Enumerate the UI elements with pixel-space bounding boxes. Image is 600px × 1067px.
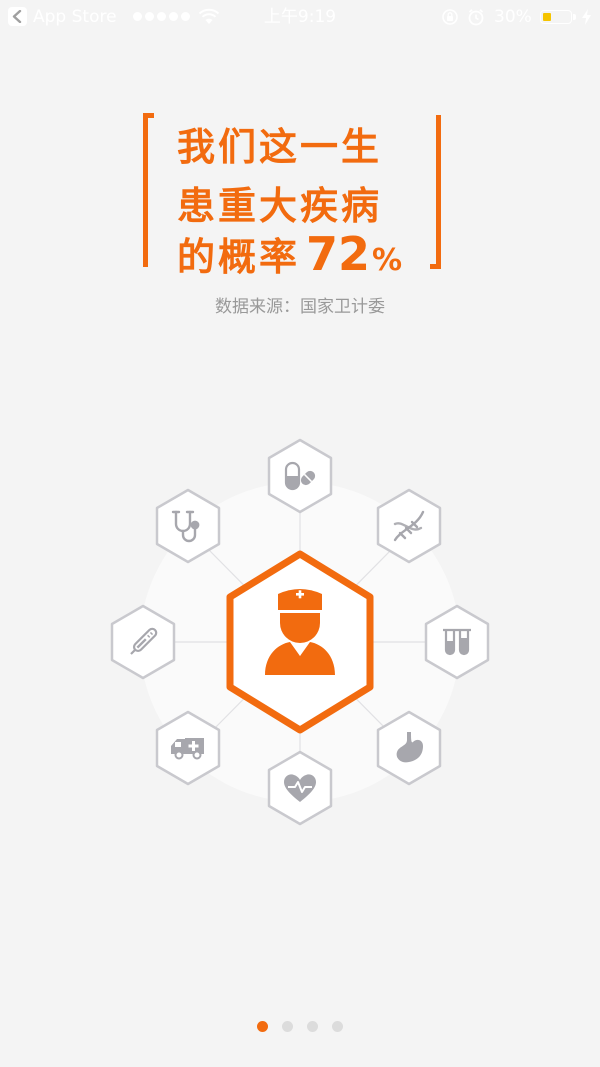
left-bracket <box>143 113 154 267</box>
battery-icon <box>540 10 572 24</box>
rotation-lock-icon <box>442 9 458 25</box>
headline-line-1: 我们这一生 <box>177 125 383 169</box>
headline-line-2: 患重大疾病 <box>177 184 383 228</box>
page-dot-3[interactable] <box>307 1021 318 1032</box>
headline-line-3-prefix: 的概率 <box>177 235 301 279</box>
page-dot-4[interactable] <box>332 1021 343 1032</box>
data-source-note: 数据来源：国家卫计委 <box>215 297 385 317</box>
charging-bolt-icon <box>582 9 591 25</box>
battery-percent: 30% <box>494 7 532 27</box>
headline-line-3: 的概率 72% <box>177 226 402 281</box>
right-bracket <box>430 115 441 269</box>
status-bar: App Store 上午9:19 30% <box>0 0 600 34</box>
health-icon-wheel <box>110 438 490 826</box>
page-dot-1[interactable] <box>257 1021 268 1032</box>
page-indicator[interactable] <box>0 1021 600 1032</box>
probability-unit: % <box>372 243 403 278</box>
alarm-icon <box>468 9 484 26</box>
page-dot-2[interactable] <box>282 1021 293 1032</box>
battery-tip <box>573 14 576 20</box>
probability-number: 72 <box>306 227 371 281</box>
